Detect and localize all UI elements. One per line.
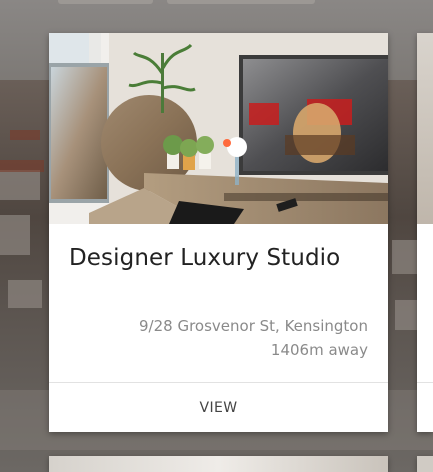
top-tab-left[interactable]	[58, 0, 153, 4]
listing-distance: 1406m away	[270, 341, 368, 359]
view-button[interactable]: VIEW	[49, 383, 388, 432]
listing-photo-illustration	[49, 33, 388, 224]
listing-photo[interactable]	[49, 33, 388, 224]
listing-card[interactable]: Designer Luxury Studio 9/28 Grosvenor St…	[49, 33, 388, 432]
top-tab-right[interactable]	[167, 0, 315, 4]
next-listing-card-peek[interactable]	[417, 33, 433, 432]
listing-address: 9/28 Grosvenor St, Kensington	[139, 317, 368, 335]
listing-title: Designer Luxury Studio	[69, 245, 341, 271]
lower-right-card-peek[interactable]	[417, 456, 433, 472]
lower-listing-card-peek[interactable]	[49, 456, 388, 472]
